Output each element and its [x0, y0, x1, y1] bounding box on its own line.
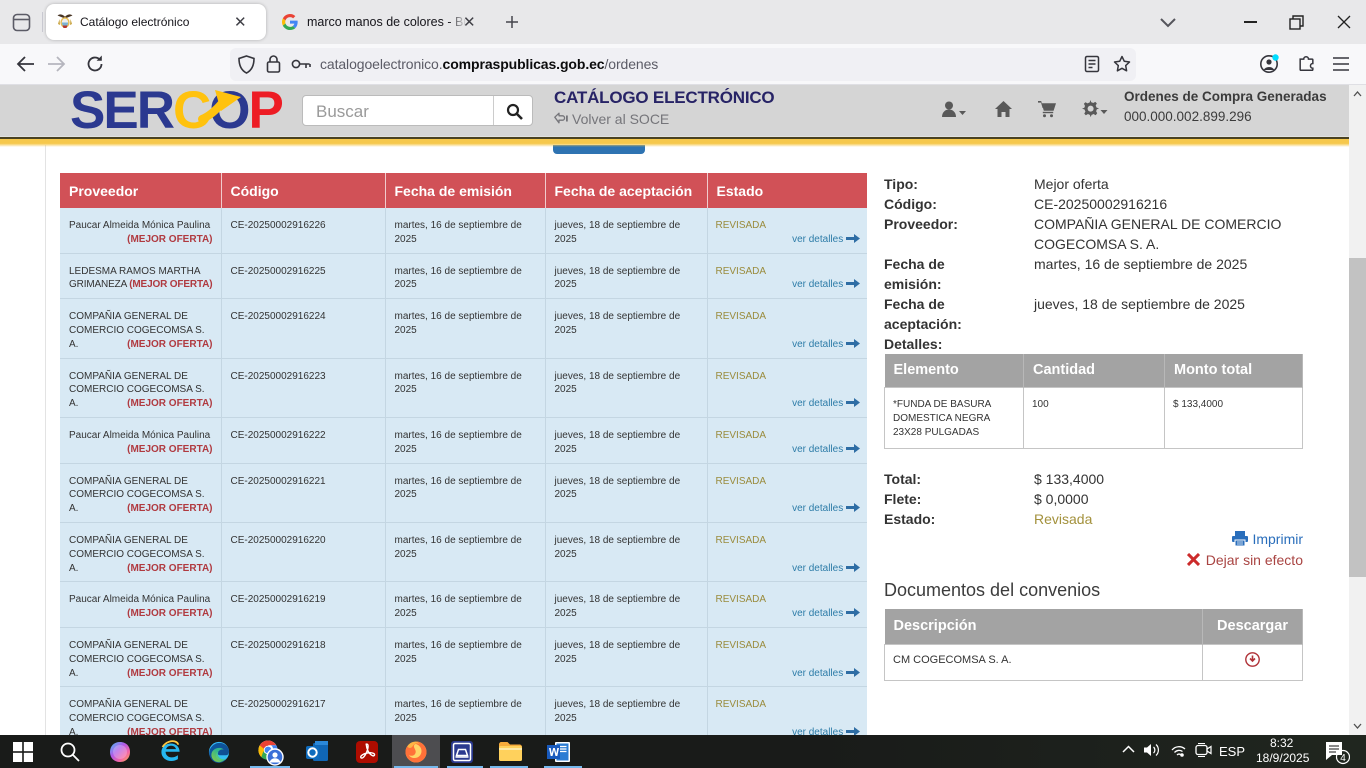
svg-text:4: 4 — [1340, 753, 1346, 764]
